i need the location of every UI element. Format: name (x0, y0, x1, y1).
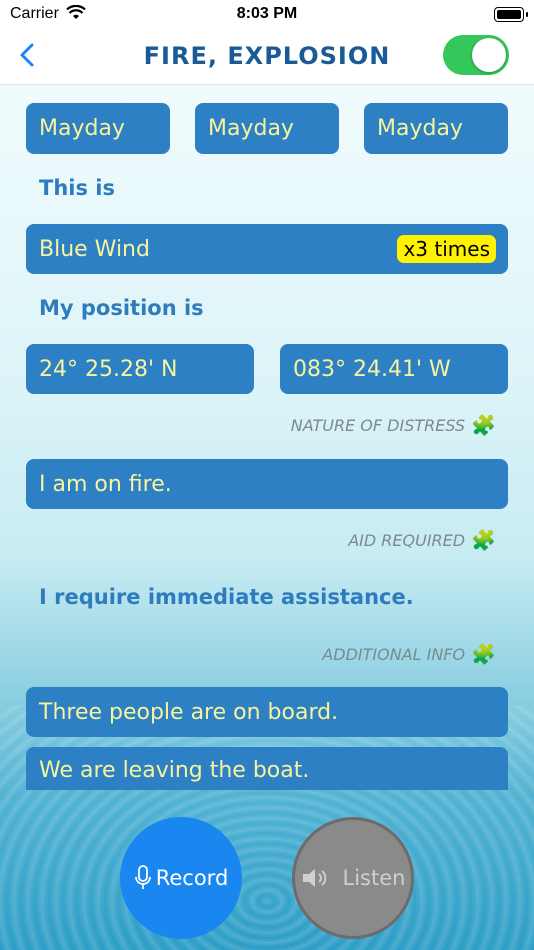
vessel-name-field[interactable]: Blue Wind x3 times (26, 224, 508, 274)
latitude-field[interactable]: 24° 25.28' N (26, 344, 254, 394)
record-label: Record (155, 866, 229, 890)
section-heading-text: ADDITIONAL INFO (322, 644, 466, 664)
microphone-icon (134, 865, 151, 889)
status-bar: Carrier 8:03 PM (0, 0, 534, 30)
additional-info-item[interactable]: Three people are on board. (26, 687, 508, 737)
battery-icon (494, 7, 528, 22)
puzzle-icon: 🧩 (471, 528, 496, 552)
enable-toggle[interactable] (443, 35, 509, 75)
mayday-field-1[interactable]: Mayday (26, 103, 170, 154)
clock: 8:03 PM (236, 5, 298, 22)
section-heading-text: AID REQUIRED (348, 530, 466, 550)
mayday-field-3[interactable]: Mayday (364, 103, 508, 154)
toggle-knob (472, 38, 506, 72)
longitude-field[interactable]: 083° 24.41' W (280, 344, 508, 394)
record-button[interactable]: Record (120, 817, 242, 939)
listen-button[interactable]: Listen (292, 817, 414, 939)
aid-required-text[interactable]: I require immediate assistance. (39, 585, 414, 609)
vessel-name: Blue Wind (39, 236, 150, 262)
mayday-field-2[interactable]: Mayday (195, 103, 339, 154)
water-background (0, 705, 534, 950)
additional-info-heading[interactable]: ADDITIONAL INFO 🧩 (322, 642, 496, 666)
this-is-label: This is (39, 176, 115, 200)
navigation-bar: FIRE, EXPLOSION (0, 30, 534, 85)
puzzle-icon: 🧩 (471, 642, 496, 666)
puzzle-icon: 🧩 (471, 413, 496, 437)
additional-info-item[interactable]: We are leaving the boat. (26, 747, 508, 790)
aid-required-heading[interactable]: AID REQUIRED 🧩 (348, 528, 496, 552)
speaker-icon (302, 869, 326, 887)
nature-of-distress-field[interactable]: I am on fire. (26, 459, 508, 509)
nature-of-distress-heading[interactable]: NATURE OF DISTRESS 🧩 (291, 413, 496, 437)
position-label: My position is (39, 296, 204, 320)
section-heading-text: NATURE OF DISTRESS (290, 415, 466, 435)
listen-label: Listen (342, 866, 406, 890)
main-content (0, 85, 534, 950)
repeat-badge: x3 times (397, 235, 496, 263)
